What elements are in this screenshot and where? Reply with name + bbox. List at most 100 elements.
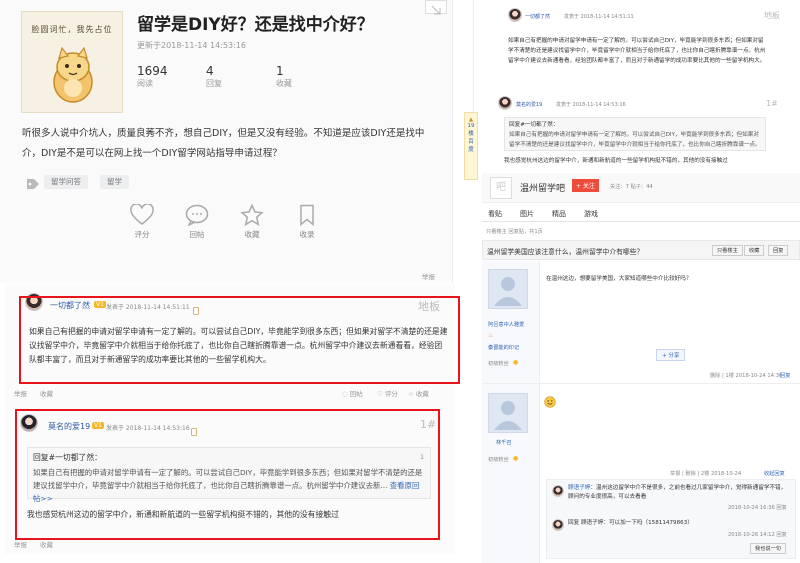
side-strip: ▲ 19 楼 百 度 xyxy=(464,112,478,180)
sub1-user[interactable]: 顾语子婷 xyxy=(568,485,590,491)
snapshot-user1[interactable]: 一切都了然 xyxy=(525,13,550,20)
thread-fav-button[interactable]: 收藏 xyxy=(744,245,765,256)
rate-label: 评分 xyxy=(134,230,150,239)
favorite-button[interactable]: 收藏 xyxy=(232,204,272,240)
comment-icon xyxy=(185,204,209,226)
heart-small-icon: ♡ xyxy=(377,390,385,398)
share-button[interactable]: + 分享 xyxy=(656,349,686,361)
only-op-button[interactable]: 只看楼主 xyxy=(712,245,743,256)
post2-author[interactable]: 林千召 xyxy=(496,439,512,446)
snapshot-quote: 回复#一切都了然： 如果自己有把握的申请对留学申请有一定了解的。可以尝试自己DI… xyxy=(504,117,766,151)
question-body: 听很多人说中介坑人，质量良莠不齐，想自己DIY，但是又没有经验。不知道是应该DI… xyxy=(22,128,425,159)
post1-level-icon: ● xyxy=(513,359,519,366)
post1-level: 初级粉丝 xyxy=(488,361,509,367)
tag-icon xyxy=(26,175,40,194)
post1-author[interactable]: 阿吕意中人雅爱 xyxy=(488,321,524,328)
post2-collapse-link[interactable]: 收起回复 xyxy=(764,470,785,477)
side-label-a: 楼 xyxy=(468,131,474,137)
star-small-icon: ☆ xyxy=(408,390,416,398)
snapshot-quote-text: 如果自己有把握的申请对留学申请有一定了解的。可以尝试自己DIY，毕竟能学到很多东… xyxy=(509,132,761,148)
avatar xyxy=(552,519,564,531)
reply1-reply-action[interactable]: ◌ 回帖 xyxy=(342,388,363,398)
star-icon xyxy=(240,204,264,226)
post1-reply-link[interactable]: 回复 xyxy=(780,372,790,379)
reply2-fav-link[interactable]: 收藏 xyxy=(40,539,53,549)
add-comment-button[interactable]: 我也说一句 xyxy=(750,543,786,554)
nav-images[interactable]: 图片 xyxy=(520,209,534,219)
collect-button[interactable]: 收录 xyxy=(287,204,327,240)
thread-reply-button[interactable]: 回复 xyxy=(768,245,789,256)
quote-floor-num: 1 xyxy=(420,454,424,461)
sub1-text: 温州这边留学中介不是很多，之前也看过几家留学中介，觉得新通留学不错，顾问的专业度… xyxy=(568,485,787,500)
post2-emoji-icon xyxy=(544,393,556,412)
question-thumbnail: 脸圆词忙，我先占位 xyxy=(21,11,123,113)
reply2-mobile-icon xyxy=(190,421,198,440)
post1-text: 在温州这边，想要留学美国，大家知道哪些中介比较好吗？ xyxy=(546,276,692,282)
reply-small-icon: ◌ xyxy=(342,390,350,398)
snapshot-avatar-1[interactable] xyxy=(508,8,522,22)
snapshot-meta2: 发表于 2018-11-14 14:53:16 xyxy=(556,102,626,108)
sub2-avatar[interactable] xyxy=(552,519,564,531)
side-label-b: 百 xyxy=(468,139,474,145)
snapshot-meta1: 发表于 2018-11-14 14:51:11 xyxy=(564,14,634,20)
tieba-panel: 吧 温州留学吧 + 关注 关注：7 贴子：44 看贴 图片 精品 游戏 只看楼主… xyxy=(482,173,800,563)
default-avatar-icon xyxy=(494,401,522,430)
post2-level: 初级粉丝 xyxy=(488,457,509,463)
reply2-posted-time: 发表于 2018-11-14 14:53:16 xyxy=(106,425,190,432)
reply2-quote: 回复#一切都了然： 1 如果自己有把握的申请对留学申请有一定了解的。可以尝试自己… xyxy=(27,447,431,503)
stat-replies: 4 回复 xyxy=(206,64,222,88)
forum-snapshot: 一切都了然 发表于 2018-11-14 14:51:11 地板 如果自己有把握… xyxy=(473,0,785,172)
bar-name[interactable]: 温州留学吧 xyxy=(520,181,565,194)
reply2-report-link[interactable]: 举报 xyxy=(14,539,27,549)
tag-study-qa[interactable]: 留学问答 xyxy=(44,175,88,189)
snapshot-floor2: 1# xyxy=(766,99,778,108)
reply1-rate-action[interactable]: ♡ 评分 xyxy=(377,388,398,398)
reply2-floor-label: 1# xyxy=(420,418,437,431)
post1-meta: 删除 | 1楼 2018-10-24 14:36 xyxy=(710,373,783,379)
post1-badge[interactable]: 秦晋能的印记 xyxy=(488,344,519,351)
snapshot-avatar-2[interactable] xyxy=(498,96,512,110)
reply2-level-badge: V1 xyxy=(92,422,104,429)
post2-level-icon: ● xyxy=(513,455,519,462)
collect-label: 收录 xyxy=(299,230,315,239)
sub1-avatar[interactable] xyxy=(552,485,564,497)
reply2-username[interactable]: 莫名的爱19 xyxy=(48,421,90,432)
sub1-meta: 2018-10-24 16:36 回复 xyxy=(728,505,787,511)
snapshot-text2: 我也感觉杭州这边的留学中介，新通和新航道的一些留学机构挺不错的，其他的没有接触过 xyxy=(504,158,728,164)
page-info: 只看楼主 回复贴，共1页 xyxy=(486,229,543,235)
reply-label: 回帖 xyxy=(189,230,205,239)
bar-stats: 关注：7 贴子：44 xyxy=(610,184,653,190)
default-avatar-icon xyxy=(494,277,522,306)
nav-posts[interactable]: 看贴 xyxy=(488,209,502,219)
sub2-content: 回复 顾语子婷：可以加一下吗（15811479863） xyxy=(568,520,693,526)
stat-views: 1694 阅读 xyxy=(137,64,168,88)
quote-heading: 回复#一切都了然： xyxy=(33,453,102,462)
favorite-label: 收藏 xyxy=(244,230,260,239)
snapshot-user2[interactable]: 莫名的爱19 xyxy=(516,101,542,108)
reply1-report-link[interactable]: 举报 xyxy=(14,388,27,398)
avatar xyxy=(552,485,564,497)
question-title: 留学是DIY好？还是找中介好？ xyxy=(137,15,374,35)
corner-expand-icon[interactable] xyxy=(425,0,447,15)
report-link[interactable]: 举报 xyxy=(422,271,435,281)
sub1-content: 顾语子婷：温州这边留学中介不是很多，之前也看过几家留学中介，觉得新通留学不错，顾… xyxy=(568,485,787,500)
thumbnail-caption: 脸圆词忙，我先占位 xyxy=(31,25,113,34)
tag-study[interactable]: 留学 xyxy=(100,175,129,189)
nav-divider xyxy=(482,221,800,222)
rate-button[interactable]: 评分 xyxy=(122,204,162,240)
reply-button[interactable]: 回帖 xyxy=(177,204,217,240)
reply1-fav-link[interactable]: 收藏 xyxy=(40,388,53,398)
heart-icon xyxy=(130,204,154,225)
post1-fire-icon: ♨ xyxy=(488,332,494,339)
sub2-text: 可以加一下吗（15811479863） xyxy=(608,520,693,526)
follow-button[interactable]: + 关注 xyxy=(572,179,599,192)
post1-avatar[interactable] xyxy=(488,269,528,309)
stat-favorites: 1 收藏 xyxy=(276,64,292,88)
avatar-reply2[interactable] xyxy=(20,414,38,432)
nav-games[interactable]: 游戏 xyxy=(584,209,598,219)
reply1-text: 如果自己有把握的申请对留学申请有一定了解的。可以尝试自己DIY，毕竟能学到很多东… xyxy=(29,327,448,364)
post2-avatar[interactable] xyxy=(488,393,528,433)
sub2-user[interactable]: 回复 顾语子婷 xyxy=(568,520,603,526)
nav-featured[interactable]: 精品 xyxy=(552,209,566,219)
reply1-fav-action[interactable]: ☆ 收藏 xyxy=(408,388,429,398)
